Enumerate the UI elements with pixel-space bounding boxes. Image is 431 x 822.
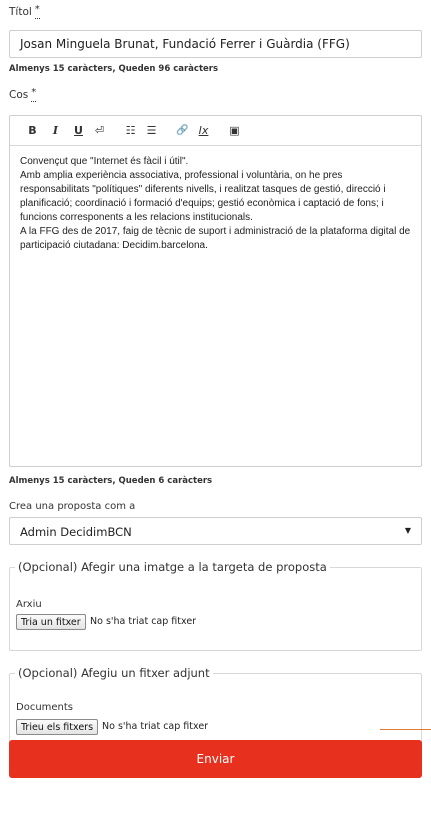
author-select[interactable]: Admin DecidimBCN ▼	[9, 517, 422, 545]
required-mark: *	[34, 4, 40, 15]
bullet-list-icon[interactable]: ☰	[143, 124, 160, 137]
attachment-file-label: Documents	[16, 702, 74, 713]
italic-button[interactable]: I	[47, 124, 64, 137]
author-label: Crea una proposta com a	[9, 501, 136, 512]
image-file-status: No s'ha triat cap fitxer	[90, 616, 197, 627]
link-icon[interactable]: 🔗	[174, 125, 191, 136]
editor-toolbar: B I U ⏎ ☷ ☰ 🔗 Ix ▣	[10, 116, 421, 146]
editor-paragraph: A la FFG des de 2017, faig de tècnic de …	[20, 226, 411, 251]
image-fieldset-legend: (Opcional) Afegir una imatge a la target…	[15, 560, 330, 574]
author-selected-value: Admin DecidimBCN	[20, 525, 132, 539]
bold-button[interactable]: B	[24, 124, 41, 137]
underline-button[interactable]: U	[70, 124, 87, 137]
ordered-list-icon[interactable]: ☷	[122, 124, 139, 137]
choose-attachments-button[interactable]: Trieu els fitxers	[16, 719, 99, 735]
submit-button[interactable]: Enviar	[9, 740, 422, 778]
image-icon[interactable]: ▣	[226, 124, 243, 137]
title-input[interactable]: Josan Minguela Brunat, Fundació Ferrer i…	[9, 30, 422, 58]
video-icon[interactable]: ⏎	[91, 124, 108, 137]
image-file-label: Arxiu	[16, 599, 42, 610]
choose-image-button[interactable]: Tria un fitxer	[16, 614, 86, 630]
attachment-fieldset-legend: (Opcional) Afegiu un fitxer adjunt	[15, 666, 213, 680]
editor-content[interactable]: Convençut que "Internet és fàcil i útil"…	[10, 146, 421, 262]
image-fieldset: (Opcional) Afegir una imatge a la target…	[9, 560, 422, 651]
attachment-file-status: No s'ha triat cap fitxer	[102, 721, 209, 732]
required-mark: *	[31, 87, 37, 98]
accent-line	[380, 729, 431, 730]
body-char-counter: Almenys 15 caràcters, Queden 6 caràcters	[9, 476, 213, 486]
title-char-counter: Almenys 15 caràcters, Queden 96 caràcter…	[9, 64, 219, 74]
title-label: Títol *	[9, 4, 40, 18]
chevron-down-icon: ▼	[404, 526, 411, 535]
rich-text-editor: B I U ⏎ ☷ ☰ 🔗 Ix ▣ Convençut que "Intern…	[9, 115, 422, 467]
body-label: Cos *	[9, 87, 37, 101]
editor-paragraph: Amb amplia experiència associativa, prof…	[20, 170, 386, 223]
editor-paragraph: Convençut que "Internet és fàcil i útil"…	[20, 156, 189, 167]
clear-format-icon[interactable]: Ix	[195, 124, 212, 137]
